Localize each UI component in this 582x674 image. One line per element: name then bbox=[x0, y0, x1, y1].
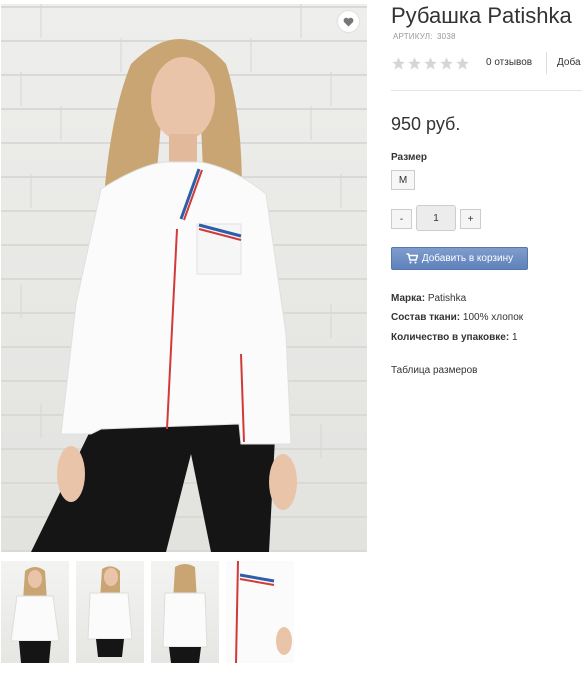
reviews-count-link[interactable]: 0 отзывов bbox=[486, 57, 532, 68]
attribute-name: Количество в упаковке: bbox=[391, 332, 510, 343]
add-to-cart-button[interactable]: Добавить в корзину bbox=[391, 247, 528, 270]
star-icon[interactable] bbox=[455, 56, 470, 71]
product-sku: АРТИКУЛ: 3038 bbox=[391, 32, 456, 41]
size-label: Размер bbox=[391, 152, 428, 163]
star-icon[interactable] bbox=[407, 56, 422, 71]
heart-icon bbox=[343, 17, 354, 27]
divider bbox=[391, 90, 582, 91]
sku-label: АРТИКУЛ: bbox=[393, 32, 433, 41]
thumbnail-1[interactable] bbox=[1, 561, 69, 663]
size-option-m[interactable]: M bbox=[391, 170, 415, 190]
star-icon[interactable] bbox=[391, 56, 406, 71]
add-to-cart-label: Добавить в корзину bbox=[421, 253, 514, 264]
main-product-photo[interactable] bbox=[1, 4, 367, 552]
model-side-thumbnail bbox=[87, 566, 133, 657]
attribute-fabric: Состав ткани: 100% хлопок bbox=[391, 312, 523, 323]
product-title: Рубашка Patishka bbox=[391, 3, 572, 28]
quantity-input[interactable] bbox=[416, 205, 456, 231]
product-price: 950 руб. bbox=[391, 114, 461, 134]
cart-icon bbox=[406, 253, 418, 264]
sku-value: 3038 bbox=[437, 32, 456, 41]
model-back-thumbnail bbox=[162, 564, 208, 663]
thumbnail-3[interactable] bbox=[151, 561, 219, 663]
attribute-name: Состав ткани: bbox=[391, 312, 461, 323]
model-front-thumbnail bbox=[10, 567, 60, 663]
star-icon[interactable] bbox=[423, 56, 438, 71]
add-review-link[interactable]: Доба bbox=[557, 57, 581, 68]
attribute-pack-quantity: Количество в упаковке: 1 bbox=[391, 332, 518, 343]
quantity-decrease-button[interactable]: - bbox=[391, 209, 412, 229]
shirt-detail-thumbnail bbox=[226, 561, 294, 663]
quantity-increase-button[interactable]: + bbox=[460, 209, 481, 229]
thumbnail-2[interactable] bbox=[76, 561, 144, 663]
model-photo-illustration bbox=[20, 4, 342, 552]
attribute-name: Марка: bbox=[391, 293, 426, 304]
size-table-link[interactable]: Таблица размеров bbox=[391, 365, 477, 376]
thumbnail-4[interactable] bbox=[226, 561, 294, 663]
attribute-value: Patishka bbox=[427, 293, 467, 304]
favorite-button[interactable] bbox=[338, 11, 359, 32]
star-icon[interactable] bbox=[439, 56, 454, 71]
attribute-value: 100% хлопок bbox=[462, 312, 524, 323]
rating-stars[interactable] bbox=[391, 56, 471, 71]
attribute-value: 1 bbox=[511, 332, 518, 343]
attribute-brand: Марка: Patishka bbox=[391, 293, 466, 304]
divider bbox=[546, 52, 547, 74]
